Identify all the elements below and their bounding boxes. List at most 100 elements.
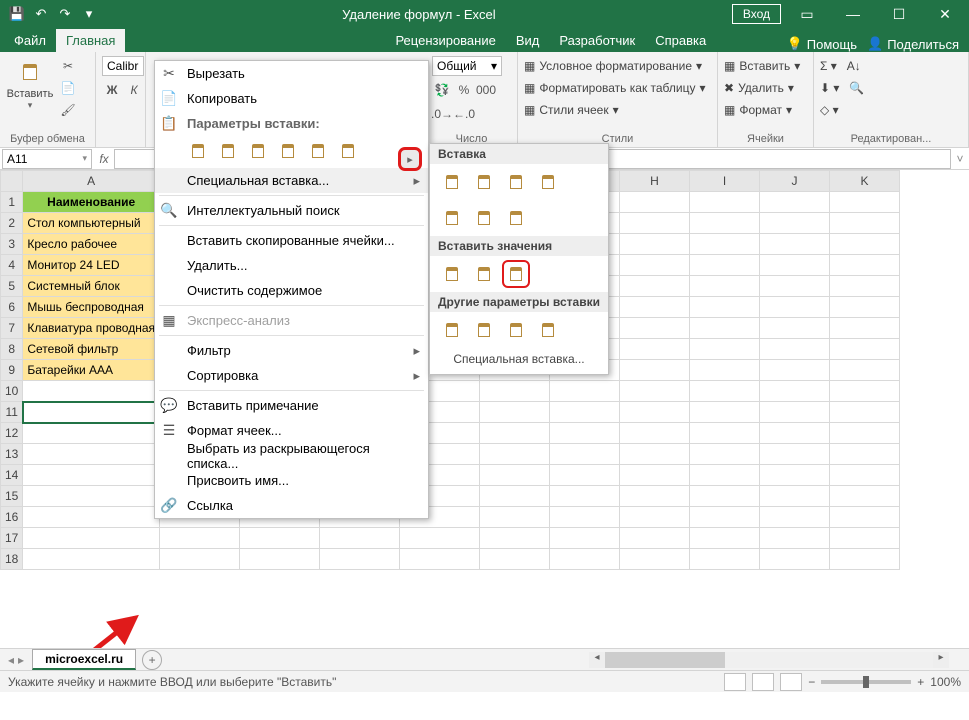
- cell-K14[interactable]: [830, 465, 900, 486]
- cell-H6[interactable]: [620, 297, 690, 318]
- srow3-opt-2[interactable]: [502, 260, 530, 288]
- currency-icon[interactable]: 💱: [432, 80, 452, 100]
- view-layout-icon[interactable]: [752, 673, 774, 691]
- ctx-copy[interactable]: 📄Копировать: [155, 86, 428, 111]
- ctx-insert-copied[interactable]: Вставить скопированные ячейки...: [155, 228, 428, 253]
- delete-cells[interactable]: ✖ Удалить ▾: [724, 78, 794, 98]
- zoom-in-icon[interactable]: +: [917, 675, 924, 689]
- comma-icon[interactable]: 000: [476, 80, 496, 100]
- cell-K4[interactable]: [830, 255, 900, 276]
- cell-H7[interactable]: [620, 318, 690, 339]
- new-sheet-button[interactable]: +: [142, 650, 162, 670]
- cell-H10[interactable]: [620, 381, 690, 402]
- row-header-5[interactable]: 5: [1, 276, 23, 297]
- cell-K18[interactable]: [830, 549, 900, 570]
- cell-K2[interactable]: [830, 213, 900, 234]
- cell-H2[interactable]: [620, 213, 690, 234]
- cell-J6[interactable]: [760, 297, 830, 318]
- cell-A12[interactable]: [23, 423, 160, 444]
- ctx-filter[interactable]: Фильтр▸: [155, 338, 428, 363]
- cell-H12[interactable]: [620, 423, 690, 444]
- cell-F11[interactable]: [480, 402, 550, 423]
- cell-I18[interactable]: [690, 549, 760, 570]
- ctx-delete[interactable]: Удалить...: [155, 253, 428, 278]
- cell-G11[interactable]: [550, 402, 620, 423]
- cell-H18[interactable]: [620, 549, 690, 570]
- row-header-8[interactable]: 8: [1, 339, 23, 360]
- cell-K16[interactable]: [830, 507, 900, 528]
- paste-option-4[interactable]: [305, 138, 331, 164]
- close-button[interactable]: ✕: [925, 0, 965, 28]
- row-header-13[interactable]: 13: [1, 444, 23, 465]
- tab-review[interactable]: Рецензирование: [385, 29, 505, 52]
- cell-A3[interactable]: Кресло рабочее: [23, 234, 160, 255]
- login-button[interactable]: Вход: [732, 4, 781, 24]
- row-header-9[interactable]: 9: [1, 360, 23, 381]
- srow3-opt-1[interactable]: [470, 260, 498, 288]
- cell-F17[interactable]: [480, 528, 550, 549]
- sheet-tab[interactable]: microexcel.ru: [32, 649, 136, 670]
- srow2-opt-2[interactable]: [502, 204, 530, 232]
- cell-F12[interactable]: [480, 423, 550, 444]
- cell-A18[interactable]: [23, 549, 160, 570]
- tab-developer[interactable]: Разработчик: [549, 29, 645, 52]
- srow1-opt-0[interactable]: [438, 168, 466, 196]
- srow2-opt-0[interactable]: [438, 204, 466, 232]
- cell-I14[interactable]: [690, 465, 760, 486]
- cell-I13[interactable]: [690, 444, 760, 465]
- cell-K5[interactable]: [830, 276, 900, 297]
- ctx-format-cells[interactable]: ☰Формат ячеек...: [155, 418, 428, 443]
- col-header-H[interactable]: H: [620, 171, 690, 192]
- col-header-I[interactable]: I: [690, 171, 760, 192]
- cell-K15[interactable]: [830, 486, 900, 507]
- sheet-nav-next-icon[interactable]: ▸: [18, 653, 24, 667]
- cell-A4[interactable]: Монитор 24 LED: [23, 255, 160, 276]
- cell-J14[interactable]: [760, 465, 830, 486]
- cell-A13[interactable]: [23, 444, 160, 465]
- cell-H9[interactable]: [620, 360, 690, 381]
- cell-I2[interactable]: [690, 213, 760, 234]
- cell-J17[interactable]: [760, 528, 830, 549]
- cell-G10[interactable]: [550, 381, 620, 402]
- cell-J10[interactable]: [760, 381, 830, 402]
- cell-A7[interactable]: Клавиатура проводная: [23, 318, 160, 339]
- cell-H5[interactable]: [620, 276, 690, 297]
- srow4-opt-1[interactable]: [470, 316, 498, 344]
- cell-K8[interactable]: [830, 339, 900, 360]
- cut-icon[interactable]: ✂: [58, 56, 78, 76]
- cell-H17[interactable]: [620, 528, 690, 549]
- cell-F18[interactable]: [480, 549, 550, 570]
- ctx-smart-lookup[interactable]: 🔍Интеллектуальный поиск: [155, 198, 428, 223]
- number-format-select[interactable]: Общий▾: [432, 56, 502, 76]
- cell-A1[interactable]: Наименование: [23, 192, 160, 213]
- cell-J1[interactable]: [760, 192, 830, 213]
- cell-I10[interactable]: [690, 381, 760, 402]
- cell-K6[interactable]: [830, 297, 900, 318]
- row-header-15[interactable]: 15: [1, 486, 23, 507]
- minimize-button[interactable]: —: [833, 0, 873, 28]
- cell-J18[interactable]: [760, 549, 830, 570]
- cell-A11[interactable]: [23, 402, 160, 423]
- cell-J7[interactable]: [760, 318, 830, 339]
- zoom-slider[interactable]: [821, 680, 911, 684]
- cell-E17[interactable]: [400, 528, 480, 549]
- row-header-17[interactable]: 17: [1, 528, 23, 549]
- copy-icon[interactable]: 📄: [58, 78, 78, 98]
- cell-K9[interactable]: [830, 360, 900, 381]
- cell-F16[interactable]: [480, 507, 550, 528]
- autosum[interactable]: Σ ▾ A↓: [820, 56, 861, 76]
- cell-A10[interactable]: [23, 381, 160, 402]
- row-header-12[interactable]: 12: [1, 423, 23, 444]
- cell-K11[interactable]: [830, 402, 900, 423]
- cell-D18[interactable]: [320, 549, 400, 570]
- paste-option-5[interactable]: [335, 138, 361, 164]
- tab-insert[interactable]: [125, 44, 145, 52]
- cell-J8[interactable]: [760, 339, 830, 360]
- insert-cells[interactable]: ▦ Вставить ▾: [724, 56, 800, 76]
- cell-J9[interactable]: [760, 360, 830, 381]
- cell-A14[interactable]: [23, 465, 160, 486]
- cell-J12[interactable]: [760, 423, 830, 444]
- cell-A16[interactable]: [23, 507, 160, 528]
- ctx-define-name[interactable]: Присвоить имя...: [155, 468, 428, 493]
- formula-expand-icon[interactable]: ˅: [951, 152, 969, 166]
